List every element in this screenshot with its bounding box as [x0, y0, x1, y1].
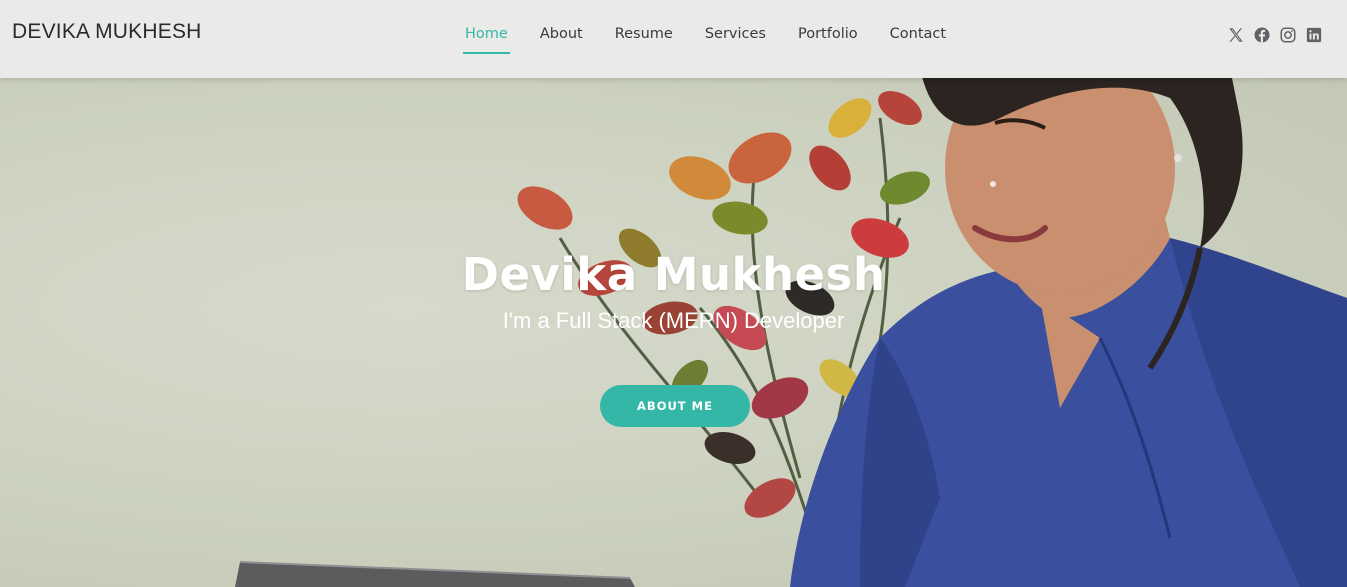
- facebook-icon[interactable]: [1253, 26, 1271, 44]
- x-twitter-icon[interactable]: [1227, 26, 1245, 44]
- about-me-button[interactable]: ABOUT ME: [600, 385, 750, 427]
- linkedin-icon[interactable]: [1305, 26, 1323, 44]
- instagram-icon[interactable]: [1279, 26, 1297, 44]
- hero-section: Devika Mukhesh I'm a Full Stack (MERN) D…: [0, 78, 1347, 587]
- nav-about[interactable]: About: [524, 26, 599, 50]
- main-nav: Home About Resume Services Portfolio Con…: [449, 26, 962, 56]
- nav-contact[interactable]: Contact: [874, 26, 962, 50]
- nav-resume[interactable]: Resume: [599, 26, 689, 50]
- nav-home[interactable]: Home: [449, 26, 524, 54]
- social-links: [1227, 26, 1323, 44]
- nav-portfolio[interactable]: Portfolio: [782, 26, 874, 50]
- site-header: DEVIKA MUKHESH Home About Resume Service…: [0, 0, 1347, 78]
- nav-services[interactable]: Services: [689, 26, 782, 50]
- site-logo[interactable]: DEVIKA MUKHESH: [12, 20, 202, 44]
- hero-subtitle: I'm a Full Stack (MERN) Developer: [502, 308, 845, 333]
- hero-title: Devika Mukhesh: [461, 248, 886, 301]
